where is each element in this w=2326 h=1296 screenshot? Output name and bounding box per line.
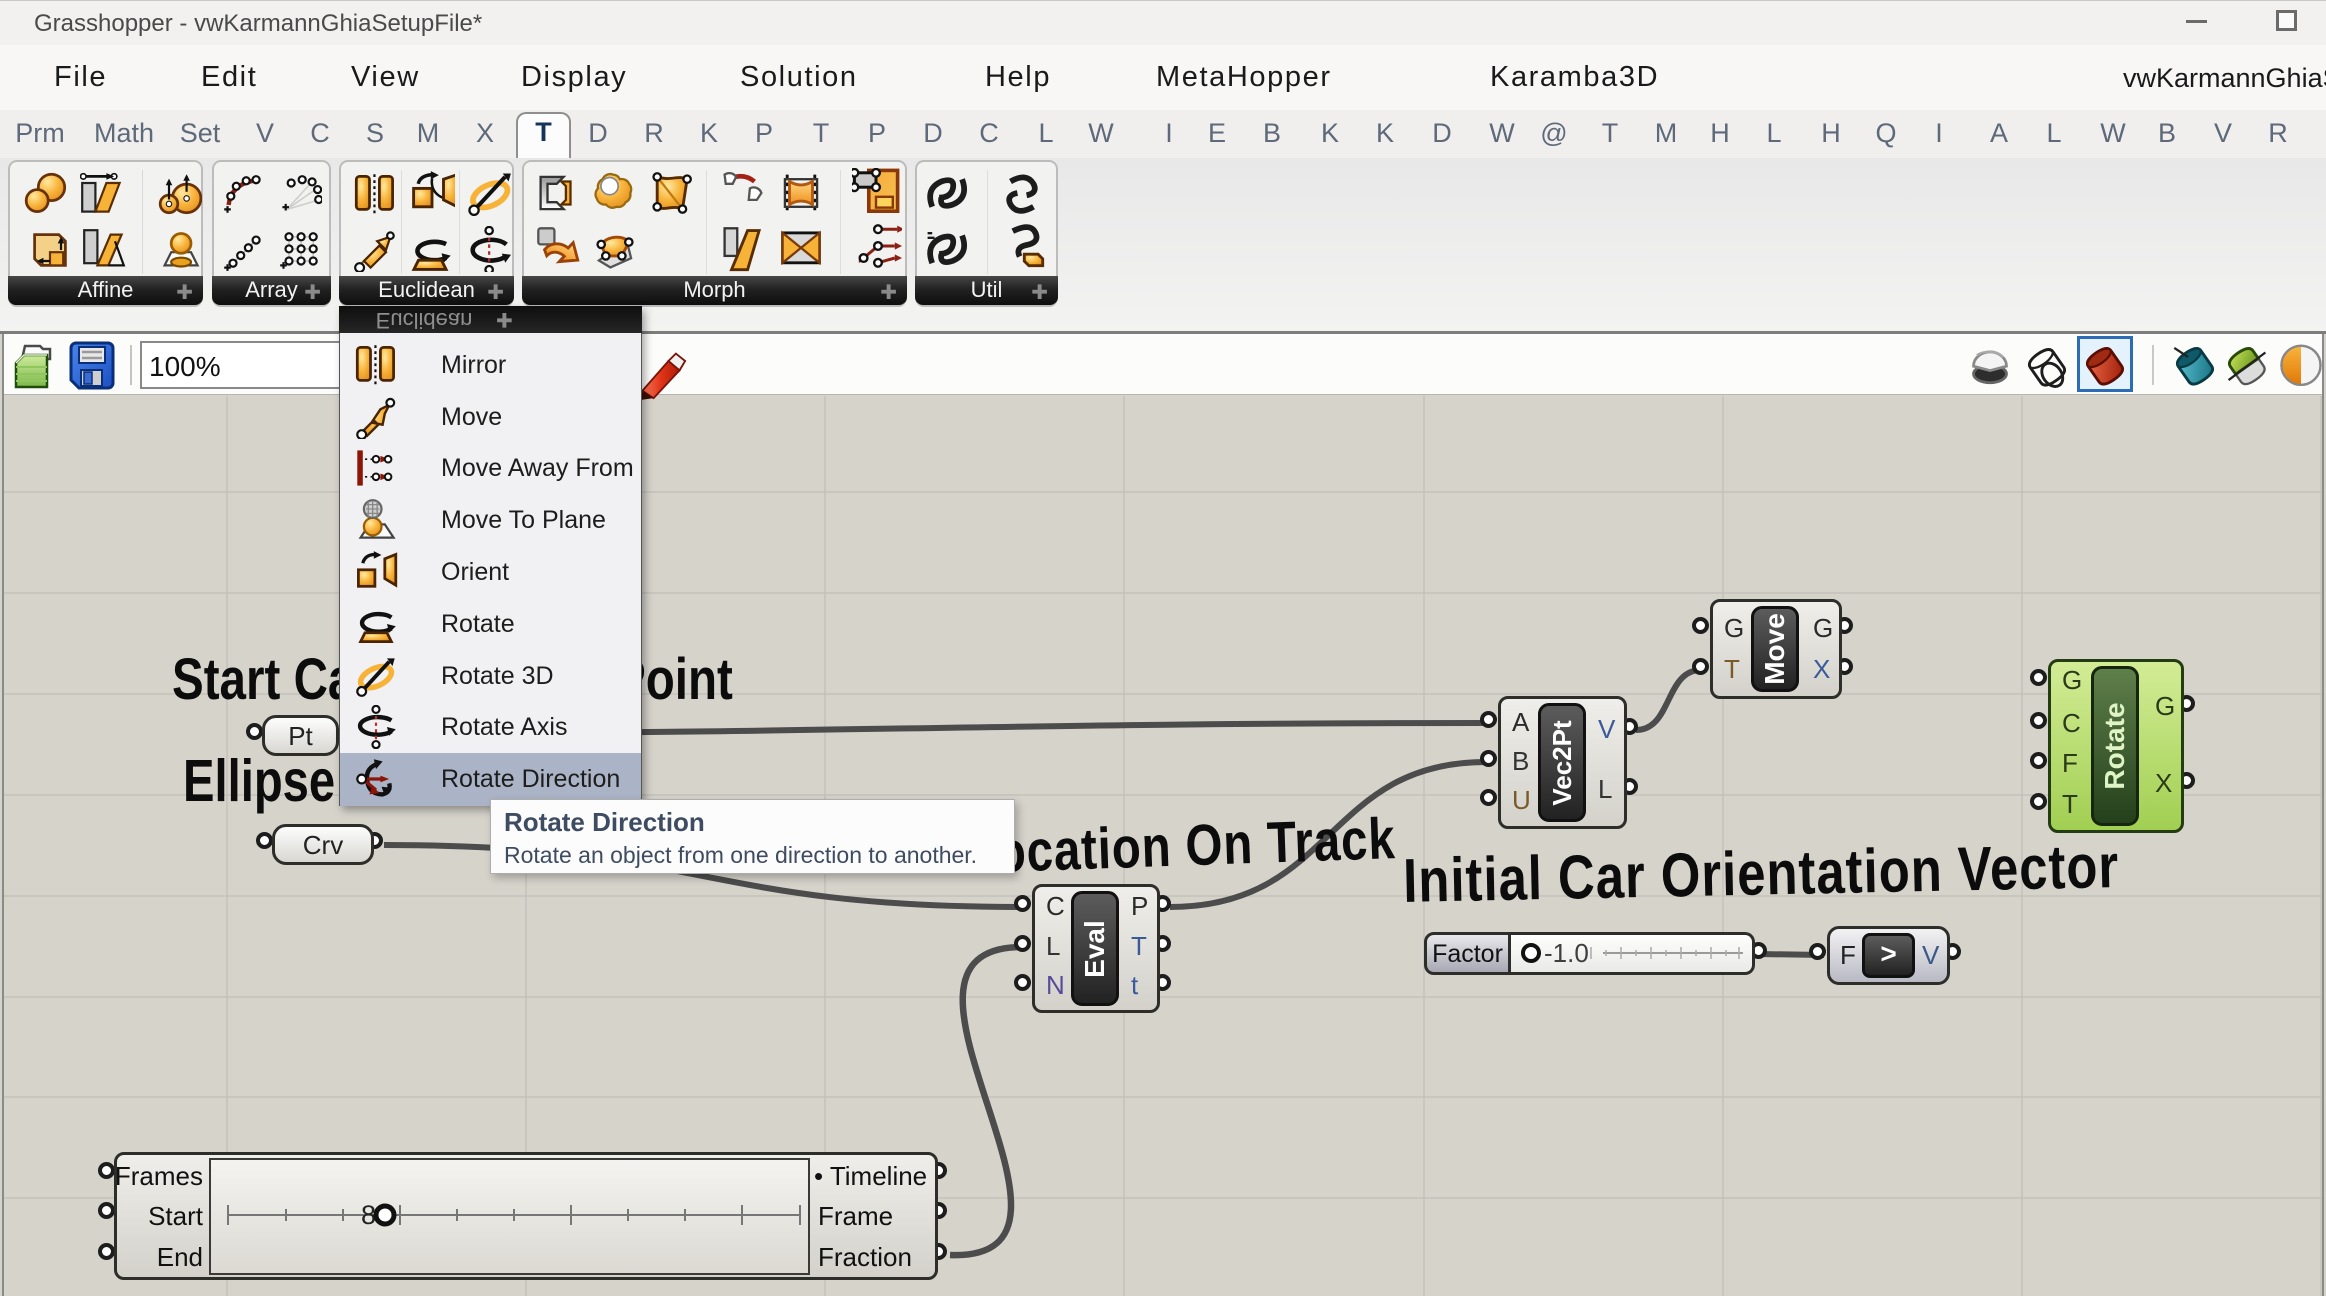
svg-text:-1.0: -1.0 — [1544, 938, 1589, 968]
